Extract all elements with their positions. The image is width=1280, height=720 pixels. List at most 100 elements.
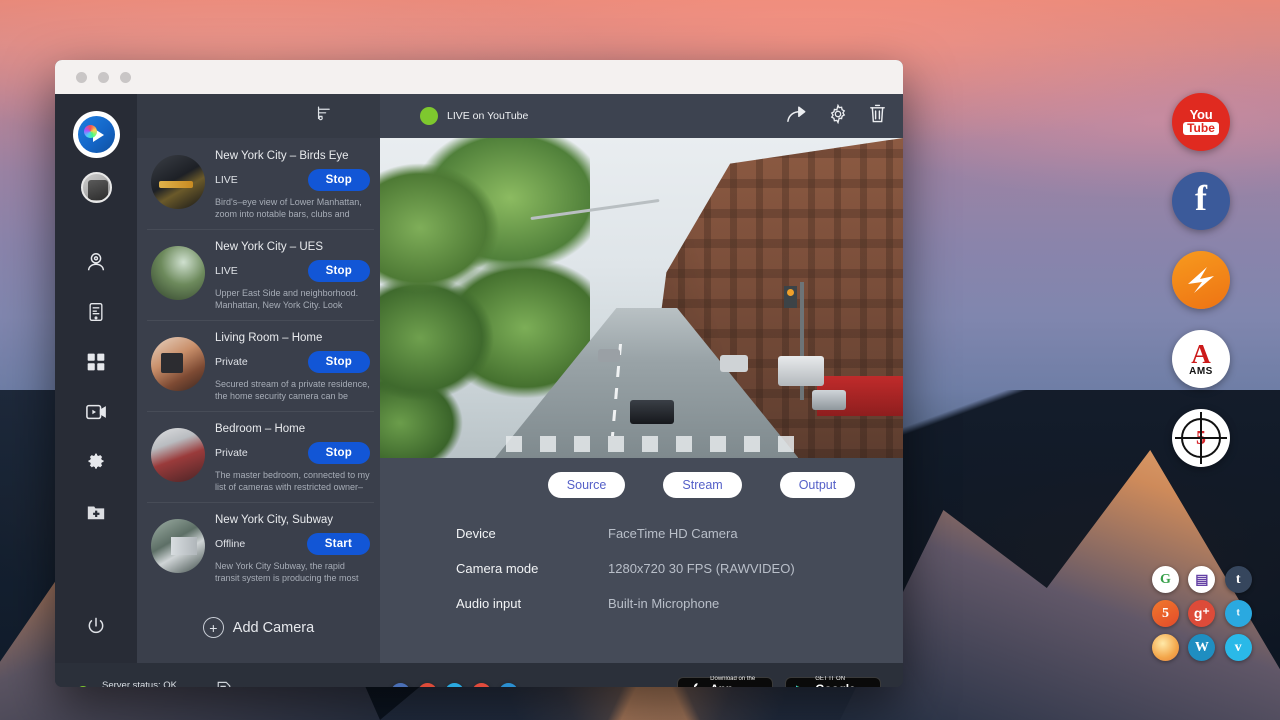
app-logo-inner bbox=[78, 116, 115, 153]
window-minimize-button[interactable] bbox=[98, 72, 109, 83]
camera-status-row: Private Stop bbox=[215, 442, 370, 464]
google-play-small-text: GET IT ON bbox=[815, 676, 871, 683]
camera-list-item[interactable]: Bedroom – Home Private Stop The master b… bbox=[137, 411, 380, 502]
desktop-icon-wowza[interactable] bbox=[1172, 251, 1230, 309]
tab-output[interactable]: Output bbox=[780, 472, 856, 498]
twitter-glyph: ᵗ bbox=[1237, 606, 1240, 622]
youtube-glyph: ▶ bbox=[478, 687, 486, 688]
camera-status-row: LIVE Stop bbox=[215, 169, 370, 191]
add-box-icon bbox=[85, 502, 107, 522]
twitter-glyph: ᵗ bbox=[453, 687, 455, 688]
camera-icon bbox=[85, 251, 107, 273]
video-car bbox=[598, 349, 620, 362]
camera-state: LIVE bbox=[215, 174, 238, 186]
camera-state: Private bbox=[215, 447, 248, 459]
camera-action-button[interactable]: Start bbox=[307, 533, 370, 555]
status-social-google-plus[interactable]: g⁺ bbox=[418, 683, 437, 688]
tumblr-glyph: t bbox=[1236, 572, 1241, 588]
tab-stream[interactable]: Stream bbox=[663, 472, 741, 498]
gear-icon bbox=[86, 452, 106, 472]
add-camera-label: Add Camera bbox=[233, 620, 314, 636]
desktop-social-twitter[interactable]: ᵗ bbox=[1225, 600, 1252, 627]
detail-label: Device bbox=[456, 526, 608, 541]
trash-icon[interactable] bbox=[868, 103, 887, 129]
settings-gear-icon bbox=[828, 104, 848, 124]
tab-source[interactable]: Source bbox=[548, 472, 626, 498]
status-social-twitter[interactable]: ᵗ bbox=[445, 683, 464, 688]
sidebar-item-devices[interactable] bbox=[68, 287, 124, 337]
share-icon[interactable] bbox=[786, 104, 808, 129]
app-store-badges: Download on the App Store GET IT ON Goog… bbox=[677, 677, 881, 687]
sort-icon[interactable] bbox=[315, 105, 332, 127]
camera-list-item[interactable]: New York City – UES LIVE Stop Upper East… bbox=[137, 229, 380, 320]
app-store-badge[interactable]: Download on the App Store bbox=[677, 677, 773, 687]
camera-action-button[interactable]: Stop bbox=[308, 260, 370, 282]
youtube-line2: Tube bbox=[1183, 122, 1219, 135]
camera-action-button[interactable]: Stop bbox=[308, 442, 370, 464]
avatar[interactable] bbox=[81, 172, 112, 203]
google-play-badge[interactable]: GET IT ON Google Play bbox=[785, 677, 881, 687]
detail-tabs: Source Stream Output bbox=[380, 458, 903, 498]
detail-value: FaceTime HD Camera bbox=[608, 526, 738, 541]
camera-list-item[interactable]: Living Room – Home Private Stop Secured … bbox=[137, 320, 380, 411]
camera-action-button[interactable]: Stop bbox=[308, 351, 370, 373]
app-logo-icon[interactable] bbox=[75, 113, 118, 156]
device-icon bbox=[86, 301, 106, 323]
camera-thumbnail bbox=[151, 155, 205, 209]
google-glyph: G bbox=[1160, 572, 1171, 588]
google-plus-glyph: g⁺ bbox=[422, 687, 433, 688]
desktop-icon-facebook[interactable]: f bbox=[1172, 172, 1230, 230]
ustream-glyph: 5 bbox=[1162, 606, 1169, 622]
gear-icon[interactable] bbox=[828, 104, 848, 129]
video-car bbox=[812, 390, 846, 410]
sidebar-item-dashboard[interactable] bbox=[68, 337, 124, 387]
sidebar-item-recordings[interactable] bbox=[68, 387, 124, 437]
desktop-social-twitch[interactable]: ▤ bbox=[1188, 566, 1215, 593]
sidebar-item-add[interactable] bbox=[68, 487, 124, 537]
camera-state: LIVE bbox=[215, 265, 238, 277]
camera-description: Upper East Side and neighborhood. Manhat… bbox=[215, 288, 370, 311]
detail-label: Audio input bbox=[456, 596, 608, 611]
add-camera-button[interactable]: + Add Camera bbox=[137, 617, 380, 638]
status-bar: Server status: OK Bandwidth: 1.2Mb /1.4M… bbox=[55, 663, 903, 687]
desktop-social-google-plus[interactable]: g⁺ bbox=[1188, 600, 1215, 627]
desktop-social-google[interactable]: G bbox=[1152, 566, 1179, 593]
desktop-icon-ustream[interactable]: 5 bbox=[1172, 409, 1230, 467]
window-close-button[interactable] bbox=[76, 72, 87, 83]
sidebar-item-settings[interactable] bbox=[68, 437, 124, 487]
camera-name: New York City, Subway bbox=[215, 514, 370, 526]
google-play-big-text: Google Play bbox=[815, 683, 871, 688]
apple-icon bbox=[687, 682, 703, 687]
desktop-social-wordpress[interactable]: W bbox=[1188, 634, 1215, 661]
camera-thumbnail bbox=[151, 337, 205, 391]
desktop-social-tumblr[interactable]: t bbox=[1225, 566, 1252, 593]
app-body: New York City – Birds Eye LIVE Stop Bird… bbox=[55, 94, 903, 663]
source-details: Device FaceTime HD Camera Camera mode 12… bbox=[380, 498, 903, 611]
video-car bbox=[778, 356, 824, 386]
desktop-social-grid: G ▤ t 5 g⁺ ᵗ W v bbox=[1152, 566, 1256, 661]
video-preview[interactable] bbox=[380, 138, 903, 458]
window-zoom-button[interactable] bbox=[120, 72, 131, 83]
desktop-social-sunrise[interactable] bbox=[1152, 634, 1179, 661]
camera-list-item[interactable]: New York City – Birds Eye LIVE Stop Bird… bbox=[137, 138, 380, 229]
sidebar-item-power[interactable] bbox=[86, 616, 106, 641]
sidebar-item-cameras[interactable] bbox=[68, 237, 124, 287]
camera-list-item[interactable]: New York City, Subway Offline Start New … bbox=[137, 502, 380, 593]
status-social-youtube[interactable]: ▶ bbox=[472, 683, 491, 688]
desktop-icon-adobe-ams[interactable]: A AMS bbox=[1172, 330, 1230, 388]
desktop-social-vimeo[interactable]: v bbox=[1225, 634, 1252, 661]
delete-trash-icon bbox=[868, 103, 887, 124]
camera-thumbnail bbox=[151, 519, 205, 573]
detail-label: Camera mode bbox=[456, 561, 608, 576]
desktop-social-ustream[interactable]: 5 bbox=[1152, 600, 1179, 627]
status-social-facebook[interactable]: f bbox=[391, 683, 410, 688]
camera-action-button[interactable]: Stop bbox=[308, 169, 370, 191]
camera-info: New York City – UES LIVE Stop Upper East… bbox=[215, 237, 370, 311]
window-titlebar[interactable] bbox=[55, 60, 903, 94]
camera-description: The master bedroom, connected to my list… bbox=[215, 470, 370, 493]
wordpress-glyph: W bbox=[1195, 640, 1209, 656]
desktop-icon-youtube[interactable]: You Tube bbox=[1172, 93, 1230, 151]
app-store-big-text: App Store bbox=[710, 683, 763, 688]
status-social-linkedin[interactable]: in bbox=[499, 683, 518, 688]
log-icon[interactable] bbox=[216, 681, 232, 687]
